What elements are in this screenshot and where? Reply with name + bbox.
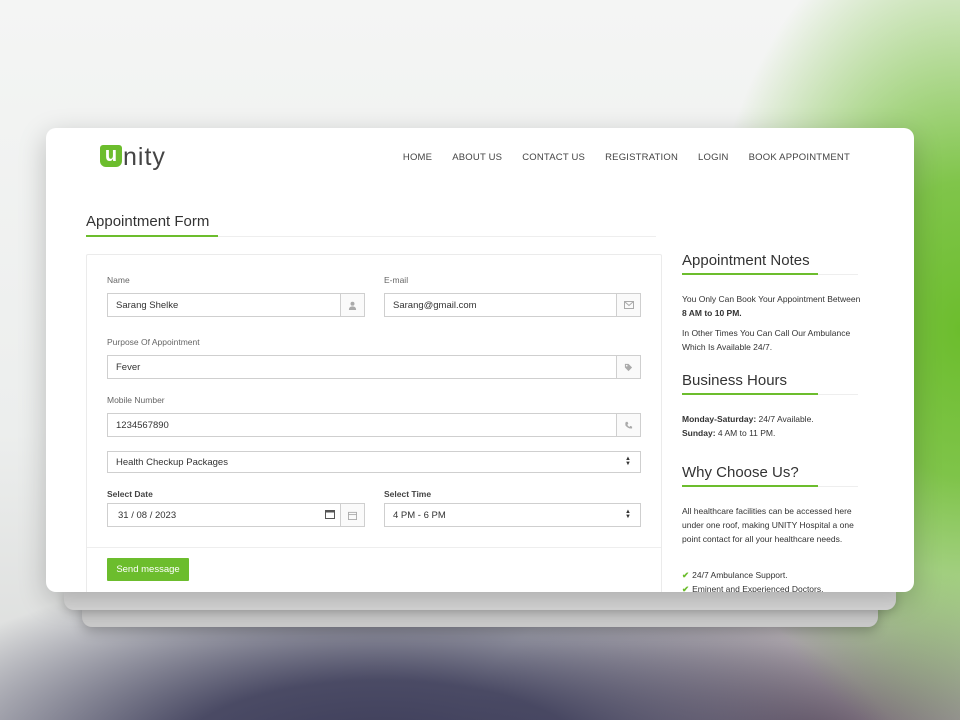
name-value: Sarang Shelke [116, 299, 179, 311]
date-value: 31 / 08 / 2023 [118, 509, 177, 521]
name-field[interactable]: Sarang Shelke [107, 293, 365, 317]
unity-logo[interactable]: u nity [100, 140, 166, 170]
why-points: ✔ 24/7 Ambulance Support. ✔ Eminent and Ex… [682, 568, 864, 592]
form-title-underline [86, 235, 656, 237]
mobile-field[interactable]: 1234567890 [107, 413, 641, 437]
user-icon [340, 294, 364, 316]
date-field[interactable]: 31 / 08 / 2023 [107, 503, 365, 527]
hours-weekday-label: Monday-Saturday: [682, 414, 757, 424]
package-select[interactable]: Health Checkup Packages ▲ ▼ [107, 451, 641, 473]
logo-text: nity [123, 143, 166, 171]
logo-initial: u [100, 145, 122, 167]
notes-text-1-prefix: You Only Can Book Your Appointment Betwe… [682, 294, 861, 304]
hours-list: Monday-Saturday: 24/7 Available. Sunday:… [682, 412, 864, 440]
nav-registration[interactable]: REGISTRATION [605, 152, 678, 163]
why-point-1: 24/7 Ambulance Support. [692, 570, 788, 580]
nav-home[interactable]: HOME [403, 152, 432, 163]
hours-weekday-value: 24/7 Available. [756, 414, 814, 424]
notes-underline [682, 273, 858, 275]
why-underline [682, 485, 858, 487]
nav-login[interactable]: LOGIN [698, 152, 729, 163]
select-caret-icon: ▲ ▼ [625, 509, 631, 520]
calendar-icon [340, 504, 364, 526]
business-hours-title: Business Hours [682, 372, 788, 389]
why-choose-us-title: Why Choose Us? [682, 464, 799, 481]
hours-sunday-value: 4 AM to 11 PM. [715, 428, 776, 438]
stacked-window-shadow-middle [64, 590, 896, 610]
purpose-field[interactable]: Fever [107, 355, 641, 379]
notes-text-2: In Other Times You Can Call Our Ambulanc… [682, 328, 851, 352]
why-point-2: Eminent and Experienced Doctors. [692, 584, 824, 592]
purpose-value: Fever [116, 361, 141, 373]
time-select[interactable]: 4 PM - 6 PM ▲ ▼ [384, 503, 641, 527]
appointment-form: Name Sarang Shelke E-mail Sarang@gmail.c… [86, 254, 662, 592]
nav-about-us[interactable]: ABOUT US [452, 152, 502, 163]
email-label: E-mail [384, 275, 409, 285]
hours-row-sunday: Sunday: 4 AM to 11 PM. [682, 426, 864, 440]
appointment-notes-title: Appointment Notes [682, 252, 810, 269]
envelope-icon [616, 294, 640, 316]
mobile-label: Mobile Number [107, 395, 165, 405]
form-divider [87, 547, 661, 548]
name-label: Name [107, 275, 130, 285]
send-message-button[interactable]: Send message [107, 558, 189, 581]
hours-sunday-label: Sunday: [682, 428, 716, 438]
time-label: Select Time [384, 489, 432, 499]
select-caret-icon: ▲ ▼ [625, 456, 631, 467]
check-icon: ✔ [682, 570, 690, 580]
email-value: Sarang@gmail.com [393, 299, 477, 311]
browser-window: u nity HOME ABOUT US CONTACT US REGISTRA… [46, 128, 914, 592]
nav-contact-us[interactable]: CONTACT US [522, 152, 585, 163]
package-value: Health Checkup Packages [116, 456, 228, 468]
nav-book-appointment[interactable]: BOOK APPOINTMENT [749, 152, 850, 163]
date-picker-icon[interactable] [320, 509, 340, 522]
hours-underline [682, 393, 858, 395]
check-icon: ✔ [682, 584, 690, 592]
tag-icon [616, 356, 640, 378]
list-item: ✔ Eminent and Experienced Doctors. [682, 582, 864, 592]
email-field[interactable]: Sarang@gmail.com [384, 293, 641, 317]
hours-row-weekday: Monday-Saturday: 24/7 Available. [682, 412, 864, 426]
phone-icon [616, 414, 640, 436]
mobile-value: 1234567890 [116, 419, 169, 431]
list-item: ✔ 24/7 Ambulance Support. [682, 568, 864, 582]
notes-text-1-bold: 8 AM to 10 PM. [682, 308, 742, 318]
form-title: Appointment Form [86, 213, 210, 230]
main-nav: HOME ABOUT US CONTACT US REGISTRATION LO… [403, 152, 850, 163]
notes-text-1: You Only Can Book Your Appointment Betwe… [682, 292, 864, 320]
purpose-label: Purpose Of Appointment [107, 337, 200, 347]
time-value: 4 PM - 6 PM [393, 509, 446, 521]
date-label: Select Date [107, 489, 153, 499]
why-text: All healthcare facilities can be accesse… [682, 506, 854, 544]
